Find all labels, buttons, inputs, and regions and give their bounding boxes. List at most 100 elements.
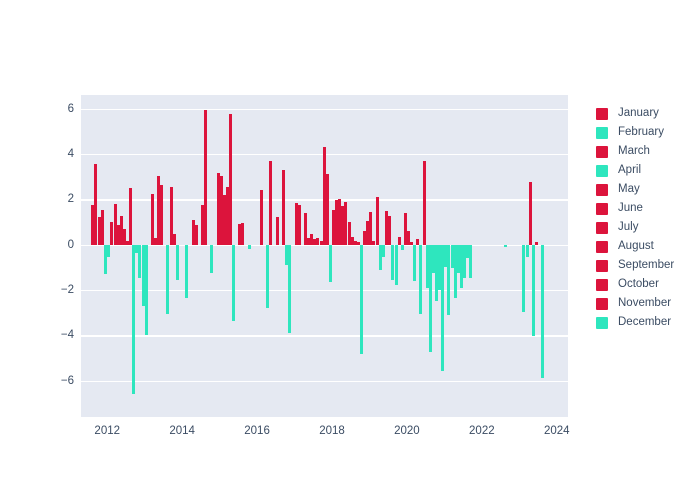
bar[interactable] <box>503 244 507 247</box>
legend-item-march[interactable]: March <box>596 142 700 161</box>
legend-item-label: February <box>618 125 665 138</box>
bar[interactable] <box>328 244 332 283</box>
bar[interactable] <box>194 225 198 245</box>
bar[interactable] <box>100 209 104 245</box>
bar[interactable] <box>210 244 214 273</box>
y-tick-label--4: −4 <box>60 329 74 342</box>
bar[interactable] <box>282 169 286 245</box>
legend-item-october[interactable]: October <box>596 275 700 294</box>
bar[interactable] <box>228 114 232 245</box>
legend-swatch-icon <box>596 221 608 234</box>
bar[interactable] <box>160 184 164 245</box>
legend-swatch-icon <box>596 126 608 139</box>
x-tick-label-2020: 2020 <box>394 425 420 437</box>
legend-swatch-icon <box>596 316 608 329</box>
legend-swatch-icon <box>596 183 608 196</box>
bar[interactable] <box>247 244 251 250</box>
x-tick-label-2022: 2022 <box>469 425 495 437</box>
bar[interactable] <box>413 244 417 281</box>
x-axis: 2012 2014 2016 2018 2020 2022 2024 <box>81 419 570 443</box>
legend-swatch-icon <box>596 145 608 158</box>
bar[interactable] <box>360 244 364 354</box>
bar[interactable] <box>394 244 398 286</box>
bar[interactable] <box>288 244 292 334</box>
chart-legend: January February March April May June July Augu… <box>596 104 700 332</box>
legend-item-label: November <box>618 296 672 309</box>
legend-item-label: September <box>618 258 675 271</box>
bar[interactable] <box>541 244 545 379</box>
zero-line <box>81 244 568 246</box>
bar[interactable] <box>172 234 176 245</box>
bar[interactable] <box>128 187 132 245</box>
x-tick-label-2018: 2018 <box>319 425 345 437</box>
legend-item-september[interactable]: September <box>596 256 700 275</box>
bar[interactable] <box>400 244 404 251</box>
bar[interactable] <box>369 211 373 245</box>
bar[interactable] <box>185 244 189 298</box>
y-axis: 6 4 2 0 −2 −4 −6 <box>0 95 74 417</box>
y-tick-label--2: −2 <box>60 284 74 296</box>
bar[interactable] <box>144 244 148 336</box>
bar[interactable] <box>275 217 279 245</box>
y-tick-label-2: 2 <box>67 193 74 206</box>
y-tick-label-4: 4 <box>67 147 74 160</box>
legend-item-january[interactable]: January <box>596 104 700 123</box>
bar[interactable] <box>535 242 539 245</box>
bar[interactable] <box>531 244 535 337</box>
bar[interactable] <box>419 244 423 314</box>
bar[interactable] <box>469 244 473 278</box>
bar[interactable] <box>375 197 379 245</box>
bar[interactable] <box>166 244 170 314</box>
bar[interactable] <box>528 182 532 245</box>
y-tick-label-6: 6 <box>67 102 74 115</box>
bar[interactable] <box>241 223 245 245</box>
legend-swatch-icon <box>596 107 608 120</box>
bar[interactable] <box>397 236 401 245</box>
legend-item-february[interactable]: February <box>596 123 700 142</box>
bar[interactable] <box>203 109 207 245</box>
bar[interactable] <box>266 244 270 309</box>
bar[interactable] <box>422 160 426 245</box>
chart-root: 6 4 2 0 −2 −4 −6 2012 2014 2016 2018 2020 2022 2024 … <box>0 0 700 500</box>
x-tick-label-2016: 2016 <box>244 425 270 437</box>
legend-item-december[interactable]: December <box>596 313 700 332</box>
bar[interactable] <box>297 204 301 245</box>
bar[interactable] <box>525 244 529 258</box>
legend-swatch-icon <box>596 278 608 291</box>
bar[interactable] <box>381 244 385 258</box>
legend-item-july[interactable]: July <box>596 218 700 237</box>
legend-item-november[interactable]: November <box>596 294 700 313</box>
legend-item-label: March <box>618 144 650 157</box>
legend-item-label: August <box>618 239 654 252</box>
legend-swatch-icon <box>596 297 608 310</box>
y-tick-label-0: 0 <box>67 238 74 251</box>
legend-swatch-icon <box>596 164 608 177</box>
gridline-y-6 <box>81 108 568 110</box>
legend-item-april[interactable]: April <box>596 161 700 180</box>
plot-area <box>81 95 568 417</box>
bar[interactable] <box>325 174 329 245</box>
legend-item-label: April <box>618 163 642 176</box>
bar[interactable] <box>388 216 392 245</box>
y-tick-label--6: −6 <box>60 374 74 387</box>
bar[interactable] <box>269 160 273 245</box>
legend-item-label: July <box>618 220 639 233</box>
legend-item-label: June <box>618 201 643 214</box>
bar[interactable] <box>231 244 235 321</box>
bar[interactable] <box>260 190 264 245</box>
legend-item-label: May <box>618 182 640 195</box>
gridline-y--6 <box>81 380 568 382</box>
x-tick-label-2024: 2024 <box>543 425 570 437</box>
legend-item-may[interactable]: May <box>596 180 700 199</box>
legend-item-august[interactable]: August <box>596 237 700 256</box>
legend-swatch-icon <box>596 259 608 272</box>
legend-item-label: December <box>618 315 672 328</box>
x-tick-label-2012: 2012 <box>94 425 121 437</box>
x-tick-label-2014: 2014 <box>169 425 195 437</box>
bar[interactable] <box>175 244 179 280</box>
bar[interactable] <box>107 244 111 258</box>
bar[interactable] <box>132 244 136 395</box>
gridline-y--4 <box>81 335 568 337</box>
legend-item-june[interactable]: June <box>596 199 700 218</box>
legend-item-label: October <box>618 277 659 290</box>
